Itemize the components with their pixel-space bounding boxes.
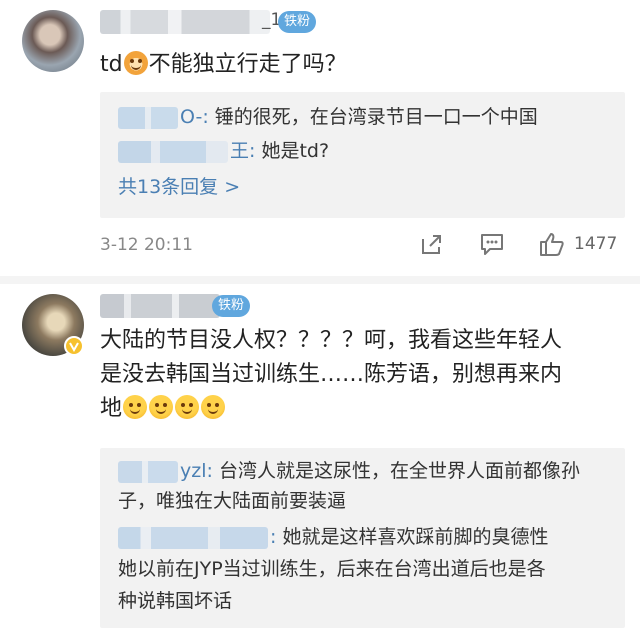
reply-username-suffix[interactable]: yzl:	[180, 460, 213, 482]
reply-text: 她就是这样喜欢踩前脚的臭德性	[276, 526, 549, 548]
dog-emoji-icon	[123, 51, 148, 75]
avatar[interactable]	[22, 10, 84, 72]
reply-username-blurred[interactable]	[118, 460, 178, 483]
thumbs-up-icon	[540, 233, 564, 256]
reply-username-suffix[interactable]: O-:	[180, 106, 209, 128]
fan-badge: 铁粉	[212, 295, 251, 317]
share-icon	[422, 235, 441, 254]
like-count: 1477	[574, 234, 618, 254]
reply-username-blurred[interactable]	[118, 106, 178, 129]
comment-text: 大陆的节目没人权？？？？呵，我看这些年轻人 是没去韩国当过训练生……陈芳语，别想…	[100, 324, 630, 426]
reply-text-continued: 种说韩国坏话	[118, 590, 233, 612]
reply-username-blurred[interactable]	[118, 526, 268, 549]
reply-item[interactable]: 王: 她是td?	[118, 134, 329, 168]
comment-text-line: 地	[100, 396, 123, 421]
pouting-emoji-icon	[123, 395, 148, 419]
reply-item[interactable]: : 她就是这样喜欢踩前脚的臭德性	[118, 520, 548, 554]
reply-text-continued: 子，唯独在大陆面前要装逼	[118, 490, 347, 512]
username-blurred[interactable]	[100, 294, 220, 318]
reply-text: 台湾人就是这尿性，在全世界人面前都像孙	[212, 460, 580, 482]
pouting-emoji-icon	[149, 395, 174, 419]
pouting-emoji-icon	[201, 395, 226, 419]
comment-divider	[0, 276, 640, 284]
pouting-emoji-icon	[175, 395, 200, 419]
more-replies-link[interactable]: 共13条回复 >	[118, 170, 240, 204]
comment-text-line: 是没去韩国当过训练生……陈芳语，别想再来内	[100, 362, 563, 387]
fan-badge: 铁粉	[278, 11, 317, 33]
reply-box[interactable]: yzl: 台湾人就是这尿性，在全世界人面前都像孙 子，唯独在大陆面前要装逼 : …	[100, 448, 625, 628]
timestamp: 3-12 20:11	[100, 235, 193, 255]
comment-text-line-3: 地	[100, 392, 630, 426]
verified-v-icon	[64, 336, 84, 356]
comment-text-line: 大陆的节目没人权？？？？呵，我看这些年轻人	[100, 328, 563, 353]
reply-text-continued: 她以前在JYP当过训练生，后来在台湾出道后也是各	[118, 558, 546, 580]
reply-item[interactable]: yzl: 台湾人就是这尿性，在全世界人面前都像孙	[118, 454, 580, 488]
comment-text-prefix: td	[100, 52, 123, 77]
comment-button[interactable]	[478, 230, 506, 258]
comment-icon	[481, 234, 503, 255]
comment-text: td 不能独立行走了吗？	[100, 48, 347, 82]
reply-username-suffix[interactable]: 王:	[230, 140, 255, 162]
share-button[interactable]	[418, 230, 446, 258]
username-blurred[interactable]	[100, 10, 270, 34]
like-button[interactable]: 1477	[538, 230, 617, 258]
reply-username-blurred[interactable]	[118, 140, 228, 163]
reply-item[interactable]: O-: 锤的很死，在台湾录节目一口一个中国	[118, 100, 538, 134]
reply-text: 她是td?	[255, 140, 330, 162]
reply-box[interactable]: O-: 锤的很死，在台湾录节目一口一个中国 王: 她是td? 共13条回复 >	[100, 92, 625, 218]
reply-text: 锤的很死，在台湾录节目一口一个中国	[208, 106, 538, 128]
comment-text-suffix: 不能独立行走了吗？	[148, 52, 347, 77]
